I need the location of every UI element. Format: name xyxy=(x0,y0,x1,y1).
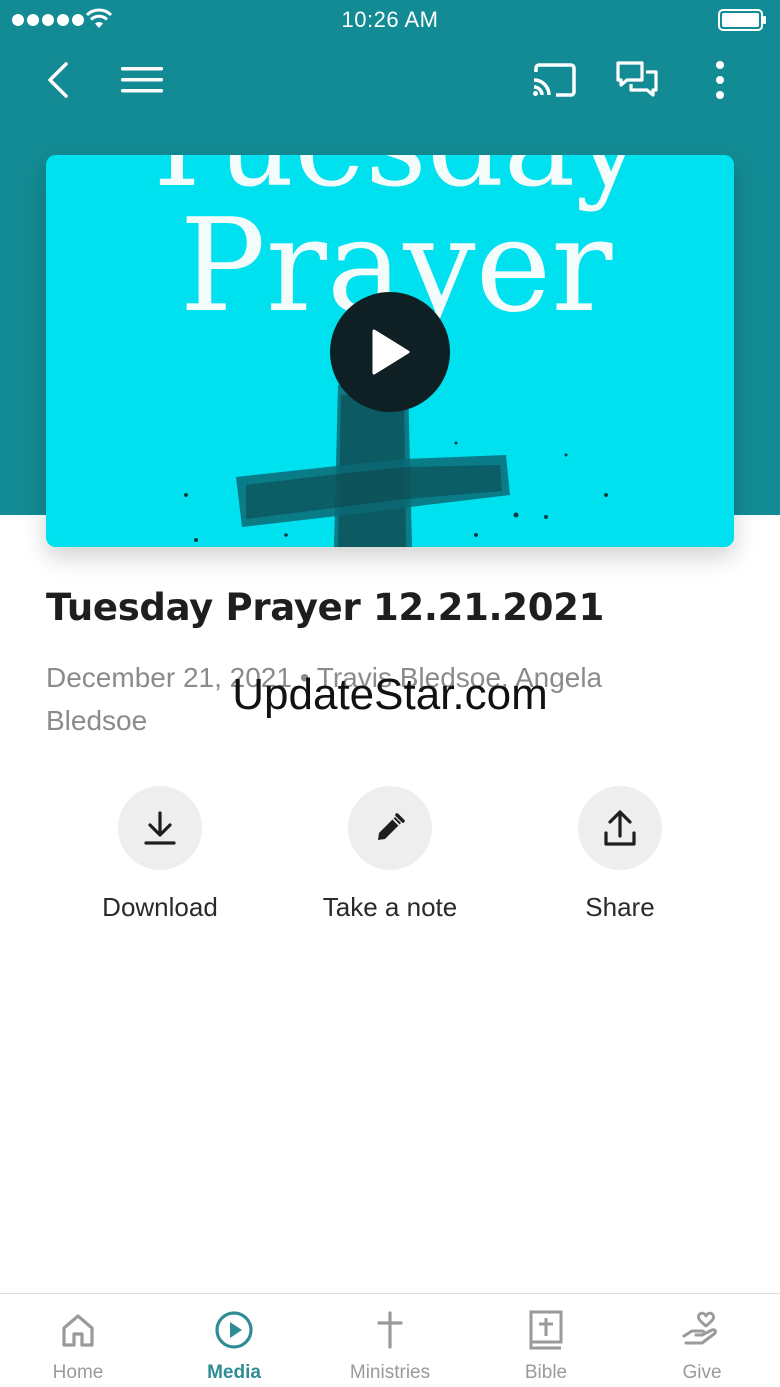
sermon-artwork[interactable]: Tuesday Prayer xyxy=(46,155,734,547)
tab-home-label: Home xyxy=(52,1362,104,1383)
play-button[interactable] xyxy=(330,292,450,412)
top-nav xyxy=(0,52,780,108)
more-options-button[interactable] xyxy=(692,52,748,108)
bottom-tab-bar: Home Media Ministries Bible Give xyxy=(0,1293,780,1387)
chat-button[interactable] xyxy=(609,52,665,108)
home-icon xyxy=(62,1314,94,1347)
give-hand-heart-icon xyxy=(682,1311,717,1345)
battery-icon xyxy=(718,9,766,31)
play-icon xyxy=(372,329,410,375)
chat-bubbles-icon xyxy=(616,61,658,97)
take-note-button[interactable] xyxy=(348,786,432,870)
cast-button[interactable] xyxy=(526,52,582,108)
share-label: Share xyxy=(585,892,655,922)
tab-bible[interactable]: Bible xyxy=(468,1294,624,1387)
download-icon xyxy=(144,811,176,845)
chevron-left-icon xyxy=(48,62,68,98)
tab-bible-label: Bible xyxy=(524,1362,568,1383)
take-note-action[interactable]: Take a note xyxy=(275,786,505,923)
download-action[interactable]: Download xyxy=(45,786,275,923)
pencil-icon xyxy=(378,813,405,840)
tab-home[interactable]: Home xyxy=(0,1294,156,1387)
share-button[interactable] xyxy=(578,786,662,870)
tab-media-label: Media xyxy=(207,1362,261,1383)
menu-button[interactable] xyxy=(114,52,170,108)
status-time: 10:26 AM xyxy=(341,7,439,32)
tab-give-label: Give xyxy=(682,1362,722,1383)
sermon-title: Tuesday Prayer 12.21.2021 xyxy=(46,586,605,629)
watermark-text: UpdateStar.com xyxy=(232,670,548,719)
back-button[interactable] xyxy=(30,52,86,108)
share-action[interactable]: Share xyxy=(505,786,735,923)
share-icon xyxy=(604,810,636,846)
download-button[interactable] xyxy=(118,786,202,870)
take-note-label: Take a note xyxy=(322,892,458,922)
tab-ministries-label: Ministries xyxy=(349,1362,431,1383)
status-bar: 10:26 AM xyxy=(0,0,780,40)
cross-icon xyxy=(377,1311,403,1349)
tab-give[interactable]: Give xyxy=(624,1294,780,1387)
download-label: Download xyxy=(102,892,218,922)
play-circle-icon xyxy=(215,1311,253,1349)
tab-ministries[interactable]: Ministries xyxy=(312,1294,468,1387)
bible-icon xyxy=(529,1310,563,1350)
hamburger-icon xyxy=(121,67,163,93)
more-vertical-icon xyxy=(716,61,724,99)
cast-icon xyxy=(533,63,576,97)
tab-media[interactable]: Media xyxy=(156,1294,312,1387)
